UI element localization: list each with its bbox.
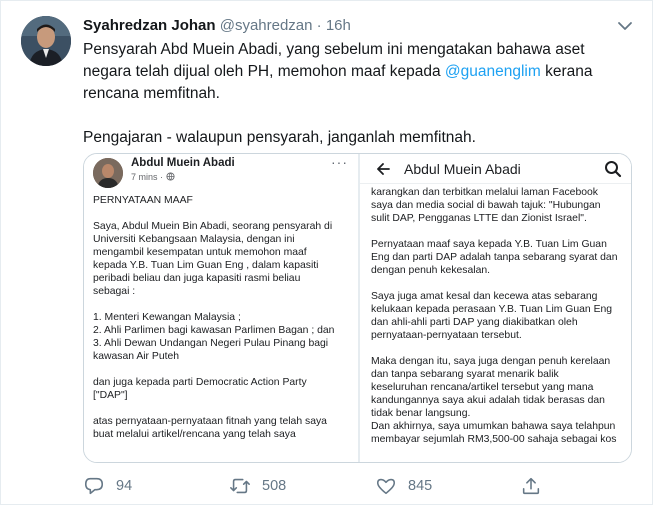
fb-text-line: dan juga kepada parti Democratic Action … <box>93 377 307 388</box>
fb-text-line: dan tanpa sebarang syarat menarik balik <box>371 369 559 380</box>
fb-post-text: PERNYATAAN MAAF Saya, Abdul Muein Bin Aba… <box>93 194 355 441</box>
more-options-button[interactable] <box>613 15 637 37</box>
fb-text-line: sulit DAP, Pengganas LTTE dan Zionist Is… <box>371 213 587 224</box>
fb-text-line: kelukaan kepada perasaan Y.B. Tuan Lim G… <box>371 304 613 315</box>
fb-text-line <box>93 363 355 376</box>
fb-post-text-continued: karangkan dan terbitkan melalui laman Fa… <box>371 186 631 446</box>
fb-text-line: 2. Ahli Parlimen bagi kawasan Parlimen B… <box>93 325 335 336</box>
fb-text-line: membayar sejumlah RM3,500-00 sahaja seba… <box>371 434 617 445</box>
fb-text-line <box>93 207 355 220</box>
fb-text-line: 3. Ahli Dewan Undangan Negeri Pulau Pina… <box>93 338 329 349</box>
retweet-icon <box>230 478 250 494</box>
author-name[interactable]: Syahredzan Johan <box>83 17 216 34</box>
chevron-down-icon <box>618 22 632 30</box>
fb-text-line: Universiti Kebangsaan Malaysia, dengan i… <box>93 234 295 245</box>
fb-text-line: 1. Menteri Kewangan Malaysia ; <box>93 312 241 323</box>
tweet-actions: 94 508 845 <box>83 473 643 499</box>
media-image-left[interactable]: Abdul Muein Abadi 7 mins · ··· PERNYATAA… <box>84 154 358 462</box>
fb-more-icon: ··· <box>331 154 348 170</box>
like-button[interactable]: 845 <box>375 473 432 499</box>
fb-text-line: atas pernyataan-pernyataan fitnah yang t… <box>93 416 327 427</box>
fb-text-line: tidak benar langsung. <box>371 408 471 419</box>
search-icon <box>605 161 622 178</box>
like-icon <box>376 478 396 495</box>
fb-text-line: sebagai : <box>93 286 136 297</box>
fb-text-line: saya dan media social di bawah tajuk: "H… <box>371 200 601 211</box>
globe-icon <box>165 172 175 181</box>
fb-text-line: PERNYATAAN MAAF <box>93 195 193 206</box>
tweet-paragraph: Pengajaran - walaupun pensyarah, janganl… <box>83 129 476 146</box>
reply-icon <box>84 477 104 495</box>
fb-text-line: buat melalui artikel/rencana yang telah … <box>93 429 296 440</box>
reply-button[interactable]: 94 <box>83 473 132 499</box>
fb-text-line <box>93 402 355 415</box>
fb-text-line: kandungannya saya akui adalah tidak bera… <box>371 395 605 406</box>
share-icon <box>522 477 540 495</box>
tweet-card[interactable]: Syahredzan Johan @syahredzan · 16h Pensy… <box>0 0 653 505</box>
fb-text-line: peribadi beliau dan juga kapasiti rasmi … <box>93 273 301 284</box>
fb-author-avatar <box>93 158 123 188</box>
fb-page-title: Abdul Muein Abadi <box>404 161 521 177</box>
profile-photo <box>93 158 123 188</box>
fb-text-line: kepada Y.B. Tuan Lim Guan Eng , dalam ka… <box>93 260 319 271</box>
fb-text-line: ["DAP"] <box>93 390 128 401</box>
mention-link[interactable]: @guanenglim <box>445 63 541 80</box>
fb-post-meta: 7 mins · <box>131 172 175 182</box>
profile-photo <box>21 16 71 66</box>
tweet-paragraph: Pensyarah Abd Muein Abadi, yang sebelum … <box>83 41 593 102</box>
share-button[interactable] <box>520 473 553 499</box>
tweet-media[interactable]: Abdul Muein Abadi 7 mins · ··· PERNYATAA… <box>83 153 632 463</box>
retweet-count: 508 <box>262 478 287 494</box>
fb-text-line: dengan penuh kekesalan. <box>371 265 491 276</box>
fb-mobile-header: Abdul Muein Abadi <box>360 154 631 184</box>
reply-count: 94 <box>116 478 133 494</box>
fb-text-line: kawasan Air Puteh <box>93 351 180 362</box>
fb-text-line: Saya juga amat kesal dan kecewa atas seb… <box>371 291 598 302</box>
fb-text-line: Saya, Abdul Muein Bin Abadi, seorang pen… <box>93 221 333 232</box>
fb-text-line: dan ahli-ahli parti DAP yang diakibatkan… <box>371 317 578 328</box>
fb-text-line: Eng dan parti DAP adalah tanpa sebarang … <box>371 252 618 263</box>
tweet-timestamp[interactable]: 16h <box>326 17 351 34</box>
like-count: 845 <box>408 478 433 494</box>
tweet-text: Pensyarah Abd Muein Abadi, yang sebelum … <box>83 39 633 149</box>
fb-text-line <box>371 225 631 238</box>
separator-dot: · <box>316 17 322 34</box>
retweet-button[interactable]: 508 <box>229 473 286 499</box>
back-arrow-icon <box>377 163 390 175</box>
fb-text-line: karangkan dan terbitkan melalui laman Fa… <box>371 187 598 198</box>
fb-text-line: Pernyataan maaf saya kepada Y.B. Tuan Li… <box>371 239 607 250</box>
fb-text-line <box>371 277 631 290</box>
author-handle[interactable]: @syahredzan <box>220 17 313 34</box>
fb-text-line: pernyataan-pernyataan tersebut. <box>371 330 522 341</box>
fb-text-line <box>93 298 355 311</box>
media-image-right[interactable]: karangkan dan terbitkan melalui laman Fa… <box>360 154 631 462</box>
fb-text-line: Maka dengan itu, saya juga dengan penuh … <box>371 356 611 367</box>
fb-text-line <box>371 342 631 355</box>
tweet-header: Syahredzan Johan @syahredzan · 16h <box>83 16 351 36</box>
fb-text-line: mengambil kesempatan untuk memohon maaf <box>93 247 307 258</box>
author-avatar[interactable] <box>21 16 71 66</box>
fb-text-line: keseluruhan rencana/artikel tersebut yan… <box>371 382 594 393</box>
fb-text-line: Dan akhirnya, saya umumkan bahawa saya t… <box>371 421 616 432</box>
fb-author-name: Abdul Muein Abadi <box>131 157 235 169</box>
